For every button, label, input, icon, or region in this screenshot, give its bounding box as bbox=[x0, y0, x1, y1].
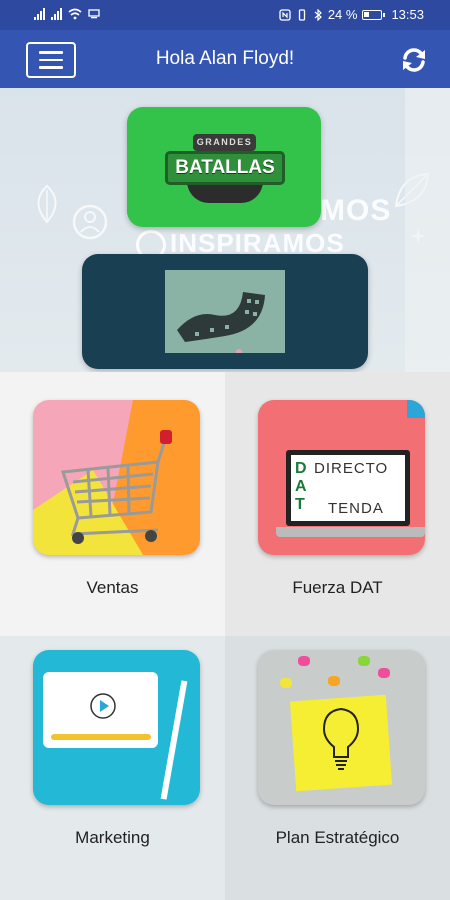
paper-ball-5 bbox=[280, 678, 292, 688]
bluetooth-icon bbox=[314, 8, 322, 21]
play-icon bbox=[90, 693, 116, 719]
badge-main-text: BATALLAS bbox=[165, 151, 285, 185]
paper-ball-2 bbox=[328, 676, 340, 686]
grandes-batallas-card[interactable]: GRANDES BATALLAS bbox=[127, 107, 321, 227]
screen-text-directo: DIRECTO bbox=[314, 460, 389, 477]
video-card[interactable] bbox=[82, 254, 368, 369]
battery-percent: 24 % bbox=[327, 7, 358, 22]
nfc-icon bbox=[279, 8, 291, 21]
laptop-base bbox=[276, 527, 425, 537]
hero-side-panel bbox=[405, 88, 450, 372]
tile-label-plan-estrategico: Plan Estratégico bbox=[275, 828, 400, 847]
video-progress bbox=[51, 734, 151, 740]
lightbulb-icon bbox=[322, 707, 360, 770]
wifi-icon bbox=[68, 8, 82, 20]
corner-accent bbox=[407, 400, 425, 418]
badge-top-text: GRANDES bbox=[193, 134, 256, 151]
paper-ball-3 bbox=[378, 668, 390, 678]
tile-marketing[interactable]: Marketing bbox=[0, 636, 225, 900]
refresh-icon[interactable] bbox=[398, 44, 430, 76]
clock: 13:53 bbox=[391, 7, 424, 22]
fuerza-dat-image: DAT DIRECTO TENDA bbox=[258, 400, 425, 555]
person-icon bbox=[72, 204, 108, 240]
tile-plan-estrategico[interactable]: Plan Estratégico bbox=[225, 636, 450, 900]
tile-ventas[interactable]: Ventas bbox=[0, 372, 225, 636]
tile-label-marketing: Marketing bbox=[75, 828, 150, 847]
page-title: Hola Alan Floyd! bbox=[155, 48, 295, 69]
signal-icon bbox=[34, 8, 45, 20]
plan-estrategico-image bbox=[258, 650, 425, 805]
film-reel-icon bbox=[177, 292, 265, 355]
screen-text-tenda: TENDA bbox=[328, 500, 384, 517]
marketing-image bbox=[33, 650, 200, 805]
video-thumbnail bbox=[165, 270, 285, 355]
app-header: Hola Alan Floyd! bbox=[0, 30, 450, 88]
battery-icon bbox=[362, 9, 386, 20]
screen-icon bbox=[88, 9, 100, 19]
paper-ball-1 bbox=[298, 656, 310, 666]
tile-label-ventas: Ventas bbox=[86, 578, 139, 597]
ventas-image bbox=[33, 400, 200, 555]
status-bar: 24 % 13:53 bbox=[0, 0, 450, 30]
tile-label-fuerza-dat: Fuerza DAT bbox=[292, 578, 383, 597]
shopping-cart-icon bbox=[33, 400, 200, 555]
paper-ball-4 bbox=[358, 656, 370, 666]
tile-fuerza-dat[interactable]: DAT DIRECTO TENDA Fuerza DAT bbox=[225, 372, 450, 636]
hero-bg-text-1: MOS bbox=[320, 194, 392, 227]
leaf-icon bbox=[37, 184, 57, 224]
dat-logo: DAT bbox=[295, 460, 307, 513]
vibrate-icon bbox=[298, 8, 305, 21]
pencil bbox=[160, 680, 188, 800]
signal-icon-2 bbox=[51, 8, 62, 20]
hero-banner: MOS INSPIRAMOS GRANDES BATALLAS bbox=[0, 88, 450, 372]
